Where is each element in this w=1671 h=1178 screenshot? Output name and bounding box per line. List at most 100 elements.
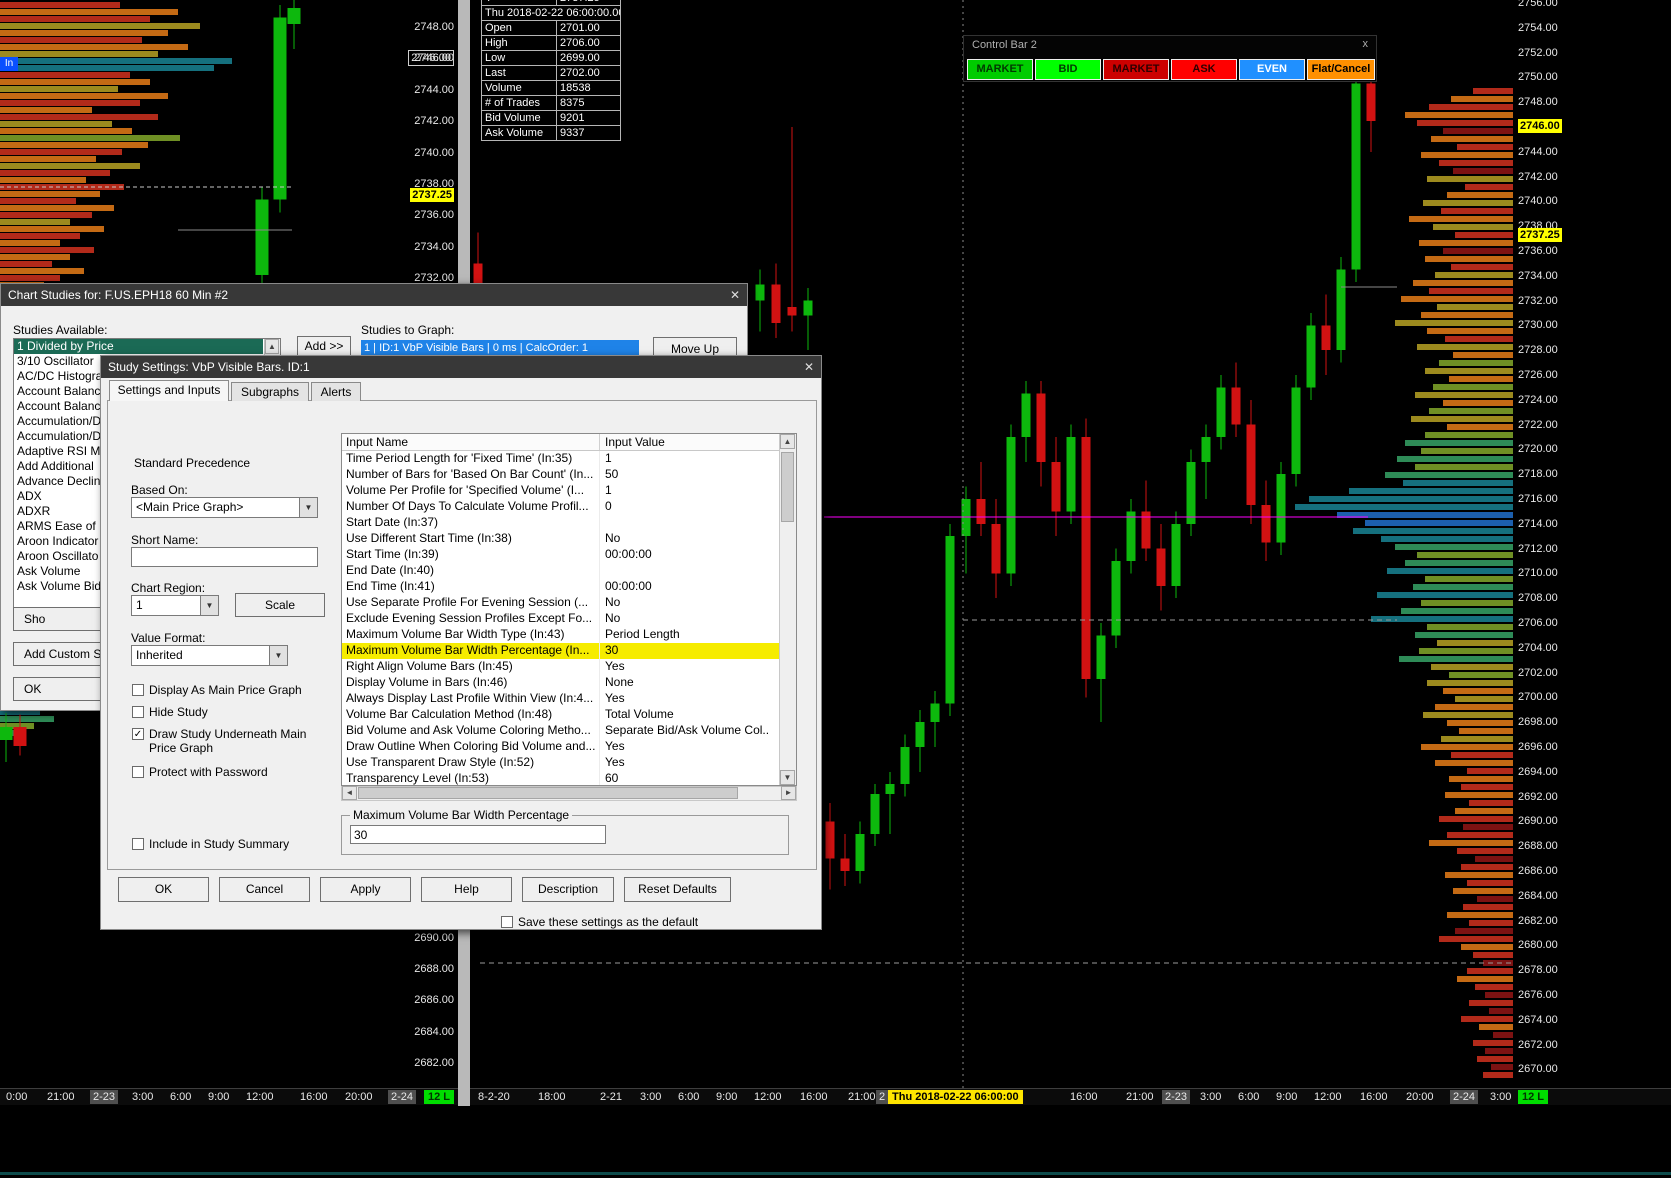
close-icon[interactable]: x [1363,38,1369,50]
checkbox-hide-study[interactable]: Hide Study [132,705,208,719]
input-row[interactable]: Volume Per Profile for 'Specified Volume… [342,483,779,499]
reset-defaults-button[interactable]: Reset Defaults [624,877,731,902]
left-time-axis[interactable]: 0:00 21:00 2-23 3:00 6:00 9:00 12:00 16:00 20:00… [0,1088,458,1105]
input-row[interactable]: End Date (In:40) [342,563,779,579]
tab-settings-and-inputs[interactable]: Settings and Inputs [109,380,229,401]
input-row[interactable]: Use Different Start Time (In:38) No [342,531,779,547]
study-list-item[interactable]: 1 Divided by Price [14,339,263,354]
close-icon[interactable]: ✕ [804,356,814,378]
input-value-cell [600,563,779,579]
scroll-up-icon[interactable]: ▲ [265,339,279,354]
right-time-axis[interactable]: 8-2-20 18:00 2-21 3:00 6:00 9:00 12:00 16:00 21:… [470,1088,1671,1105]
bid-button[interactable]: BID [1035,59,1101,80]
time-axis-label: 2-24 [1450,1090,1479,1104]
input-row[interactable]: Display Volume in Bars (In:46) None [342,675,779,691]
scroll-left-icon[interactable]: ◄ [342,786,357,800]
input-row[interactable]: Maximum Volume Bar Width Type (In:43) Per… [342,627,779,643]
scale-button[interactable]: Scale [235,593,325,617]
time-axis-label: 20:00 [1406,1091,1434,1103]
input-row[interactable]: Time Period Length for 'Fixed Time' (In:… [342,451,779,467]
checkbox-display-as-main-price-graph[interactable]: Display As Main Price Graph [132,683,302,697]
input-row[interactable]: Use Transparent Draw Style (In:52) Yes [342,755,779,771]
chevron-down-icon[interactable]: ▼ [269,646,287,665]
flat-cancel-button[interactable]: Flat/Cancel [1307,59,1375,80]
tab-subgraphs[interactable]: Subgraphs [231,382,309,401]
time-axis-label: 3:00 [132,1091,154,1103]
ok-button[interactable]: OK [118,877,209,902]
market-buy-button[interactable]: MARKET [967,59,1033,80]
input-value-cell: None [605,675,634,689]
input-row[interactable]: Number of Bars for 'Based On Bar Count' … [342,467,779,483]
chevron-down-icon[interactable]: ▼ [299,498,317,517]
scroll-down-icon[interactable]: ▼ [780,770,795,785]
based-on-dropdown[interactable]: <Main Price Graph> ▼ [131,497,318,518]
input-row[interactable]: Exclude Evening Session Profiles Except … [342,611,779,627]
studies-available-label: Studies Available: [13,323,108,337]
tab-alerts[interactable]: Alerts [311,382,361,401]
time-axis-label: 0:00 [6,1091,28,1103]
input-row[interactable]: Maximum Volume Bar Width Percentage (In.… [342,643,779,659]
description-button[interactable]: Description [522,877,614,902]
ask-button[interactable]: ASK [1171,59,1237,80]
right-volume-profile [1295,88,1513,1078]
tool-values-value: 8375 [556,95,621,111]
market-sell-button[interactable]: MARKET [1103,59,1169,80]
horizontal-scrollbar[interactable]: ◄ ► [341,786,797,801]
help-button[interactable]: Help [421,877,512,902]
input-row[interactable]: Always Display Last Profile Within View … [342,691,779,707]
input-name-cell: Volume Bar Calculation Method (In:48) [342,707,600,723]
input-row[interactable]: Transparency Level (In:53) 60 [342,771,779,785]
checkbox-box [132,706,144,718]
price-label: 2682.00 [414,1057,454,1070]
input-row[interactable]: Start Time (In:39) 00:00:00 [342,547,779,563]
right-price-scale[interactable]: 2756.00 2754.00 2752.00 2750.00 2748.00 2746.… [1516,0,1596,1088]
tool-values-row: Ask Volume 9337 [481,125,621,141]
even-button[interactable]: EVEN [1239,59,1305,80]
chevron-down-icon[interactable]: ▼ [200,596,218,615]
chart-studies-titlebar[interactable]: Chart Studies for: F.US.EPH18 60 Min #2 … [1,284,747,306]
checkbox-include-in-study-summary[interactable]: Include in Study Summary [132,837,289,851]
input-row[interactable]: Bid Volume and Ask Volume Coloring Metho… [342,723,779,739]
standard-precedence-label: Standard Precedence [134,456,251,470]
input-row[interactable]: Number Of Days To Calculate Volume Profi… [342,499,779,515]
input-row[interactable]: Right Align Volume Bars (In:45) Yes [342,659,779,675]
add-study-button[interactable]: Add >> [297,336,351,357]
vertical-scrollbar[interactable]: ▲ ▼ [779,434,796,785]
cancel-button[interactable]: Cancel [219,877,310,902]
input-row[interactable]: End Time (In:41) 00:00:00 [342,579,779,595]
apply-button[interactable]: Apply [320,877,411,902]
selected-input-value-field[interactable] [350,825,606,844]
scrollbar-thumb[interactable] [781,452,794,522]
tool-values-row: Thu 2018-02-22 06:00:00.000 [481,5,621,21]
input-value-cell: 00:00:00 [605,579,652,593]
checkbox-save-these-settings-as-the-default[interactable]: Save these settings as the default [501,915,698,929]
price-label: 2718.00 [1518,468,1558,481]
input-row[interactable]: Draw Outline When Coloring Bid Volume an… [342,739,779,755]
tool-values-row: Open 2701.00 [481,20,621,36]
chart-region-label: Chart Region: [131,581,206,595]
close-icon[interactable]: ✕ [730,284,740,306]
scroll-right-icon[interactable]: ► [781,786,796,800]
price-label: 2694.00 [1518,765,1558,778]
input-name-cell: Exclude Evening Session Profiles Except … [342,611,600,627]
price-label: 2712.00 [1518,542,1558,555]
study-settings-titlebar[interactable]: Study Settings: VbP Visible Bars. ID:1 ✕ [101,356,821,378]
scrollbar-thumb[interactable] [358,787,738,799]
price-label: 2686.00 [414,994,454,1007]
checkbox-protect-with-password[interactable]: Protect with Password [132,765,268,779]
tool-values-row: High 2706.00 [481,35,621,51]
bottom-divider [0,1172,1671,1175]
input-row[interactable]: Start Date (In:37) [342,515,779,531]
input-row[interactable]: Volume Bar Calculation Method (In:48) Tot… [342,707,779,723]
price-label: 2726.00 [1518,369,1558,381]
price-label: 2742.00 [414,115,454,128]
ok-button[interactable]: OK [13,677,101,701]
chart-region-dropdown[interactable]: 1 ▼ [131,595,219,616]
value-format-dropdown[interactable]: Inherited ▼ [131,645,288,666]
price-label: 2742.00 [1518,170,1558,183]
checkbox-draw-study-underneath-main-price-graph[interactable]: ✓ Draw Study Underneath Main Price Graph [132,727,322,755]
scroll-up-icon[interactable]: ▲ [780,434,795,449]
short-name-input[interactable] [131,547,318,567]
time-axis-label: 9:00 [1276,1091,1298,1103]
input-row[interactable]: Use Separate Profile For Evening Session… [342,595,779,611]
